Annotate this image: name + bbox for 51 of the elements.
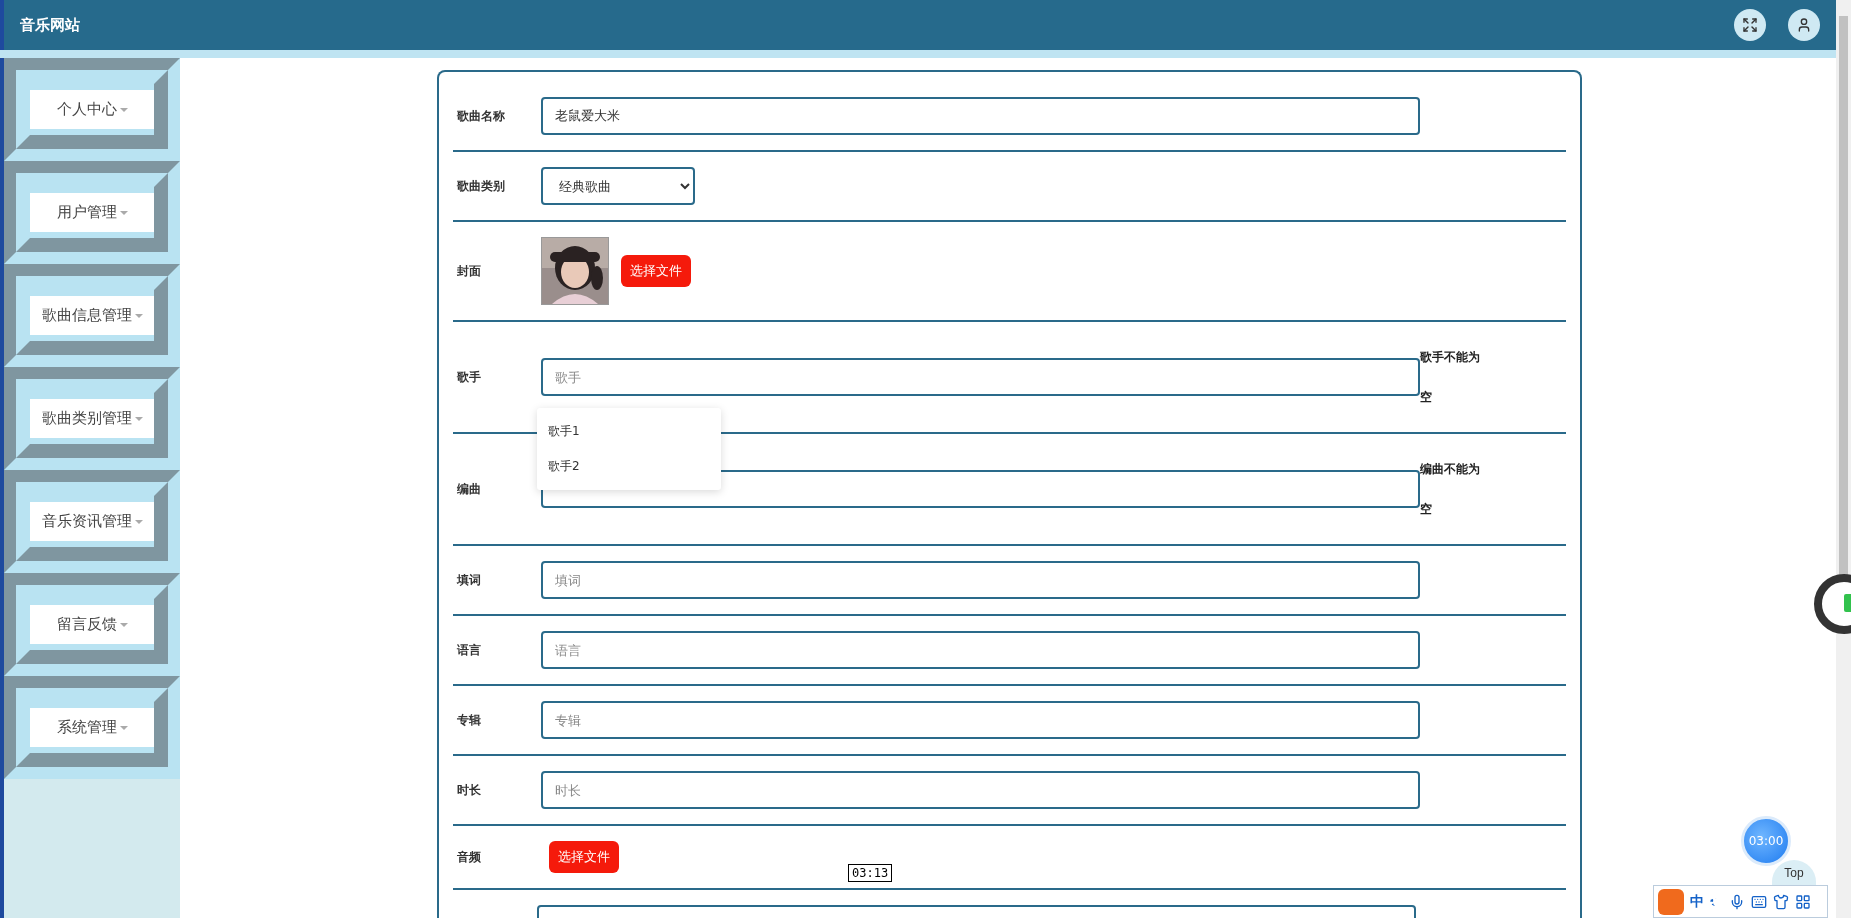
- text-field[interactable]: 语言: [541, 631, 1420, 669]
- caret-icon: [134, 313, 143, 318]
- text-field[interactable]: 老鼠爱大米: [541, 97, 1420, 135]
- caret-icon: [134, 416, 143, 421]
- fullscreen-button[interactable]: [1734, 9, 1766, 41]
- fullscreen-icon: [1742, 17, 1758, 33]
- field-label: 歌曲名称: [456, 107, 506, 125]
- keyboard-icon[interactable]: [1751, 893, 1767, 910]
- menu-button[interactable]: 歌曲信息管理: [30, 296, 154, 335]
- error-message: 歌手不能为空: [1420, 349, 1481, 406]
- text-field[interactable]: 时长: [541, 771, 1420, 809]
- field-label: 封面: [456, 262, 482, 280]
- scrollbar[interactable]: [1836, 0, 1851, 918]
- user-button[interactable]: [1788, 9, 1820, 41]
- field-label: 时长: [456, 781, 482, 799]
- menu-button[interactable]: 用户管理: [30, 193, 154, 232]
- caret-icon: [119, 107, 128, 112]
- microphone-icon[interactable]: [1729, 893, 1745, 910]
- grid-icon[interactable]: [1795, 893, 1811, 910]
- category-select[interactable]: 经典歌曲: [541, 167, 695, 205]
- menu-button[interactable]: 歌曲类别管理: [30, 399, 154, 438]
- error-message: 编曲不能为空: [1420, 461, 1481, 518]
- text-field[interactable]: 专辑: [541, 701, 1420, 739]
- suggestion-item[interactable]: 歌手2: [537, 449, 721, 484]
- ime-logo-icon: [1658, 888, 1684, 915]
- menu-button[interactable]: 音乐资讯管理: [30, 502, 154, 541]
- menu-button[interactable]: 系统管理: [30, 708, 154, 747]
- field-label: 填词: [455, 571, 482, 589]
- site-title: 音乐网站: [20, 15, 81, 35]
- suggestion-item[interactable]: 歌手1: [537, 414, 721, 449]
- shirt-icon[interactable]: [1773, 893, 1789, 910]
- caret-icon: [119, 622, 128, 627]
- menu-button[interactable]: 个人中心: [30, 90, 154, 129]
- field-label: 歌曲类别: [456, 177, 506, 195]
- field-label: 音频: [456, 848, 482, 866]
- menu-button[interactable]: 留言反馈: [30, 605, 154, 644]
- field-label: 语言: [456, 641, 482, 659]
- input-mode-toggle[interactable]: 中: [1690, 892, 1704, 911]
- back-to-top-button[interactable]: Top: [1772, 860, 1816, 885]
- caret-icon: [134, 519, 143, 524]
- text-field[interactable]: 歌手: [541, 358, 1420, 396]
- text-field[interactable]: 填词: [541, 561, 1420, 599]
- user-icon: [1796, 17, 1812, 33]
- choose-file-button[interactable]: 选择文件: [621, 255, 691, 287]
- caret-icon: [119, 210, 128, 215]
- field-label: 专辑: [456, 711, 482, 729]
- time-tooltip: 03:13: [848, 864, 893, 882]
- field-label: 编曲: [456, 480, 482, 498]
- caret-icon: [119, 725, 128, 730]
- choose-file-button[interactable]: 选择文件: [549, 841, 619, 873]
- field-label: 歌手: [456, 368, 482, 386]
